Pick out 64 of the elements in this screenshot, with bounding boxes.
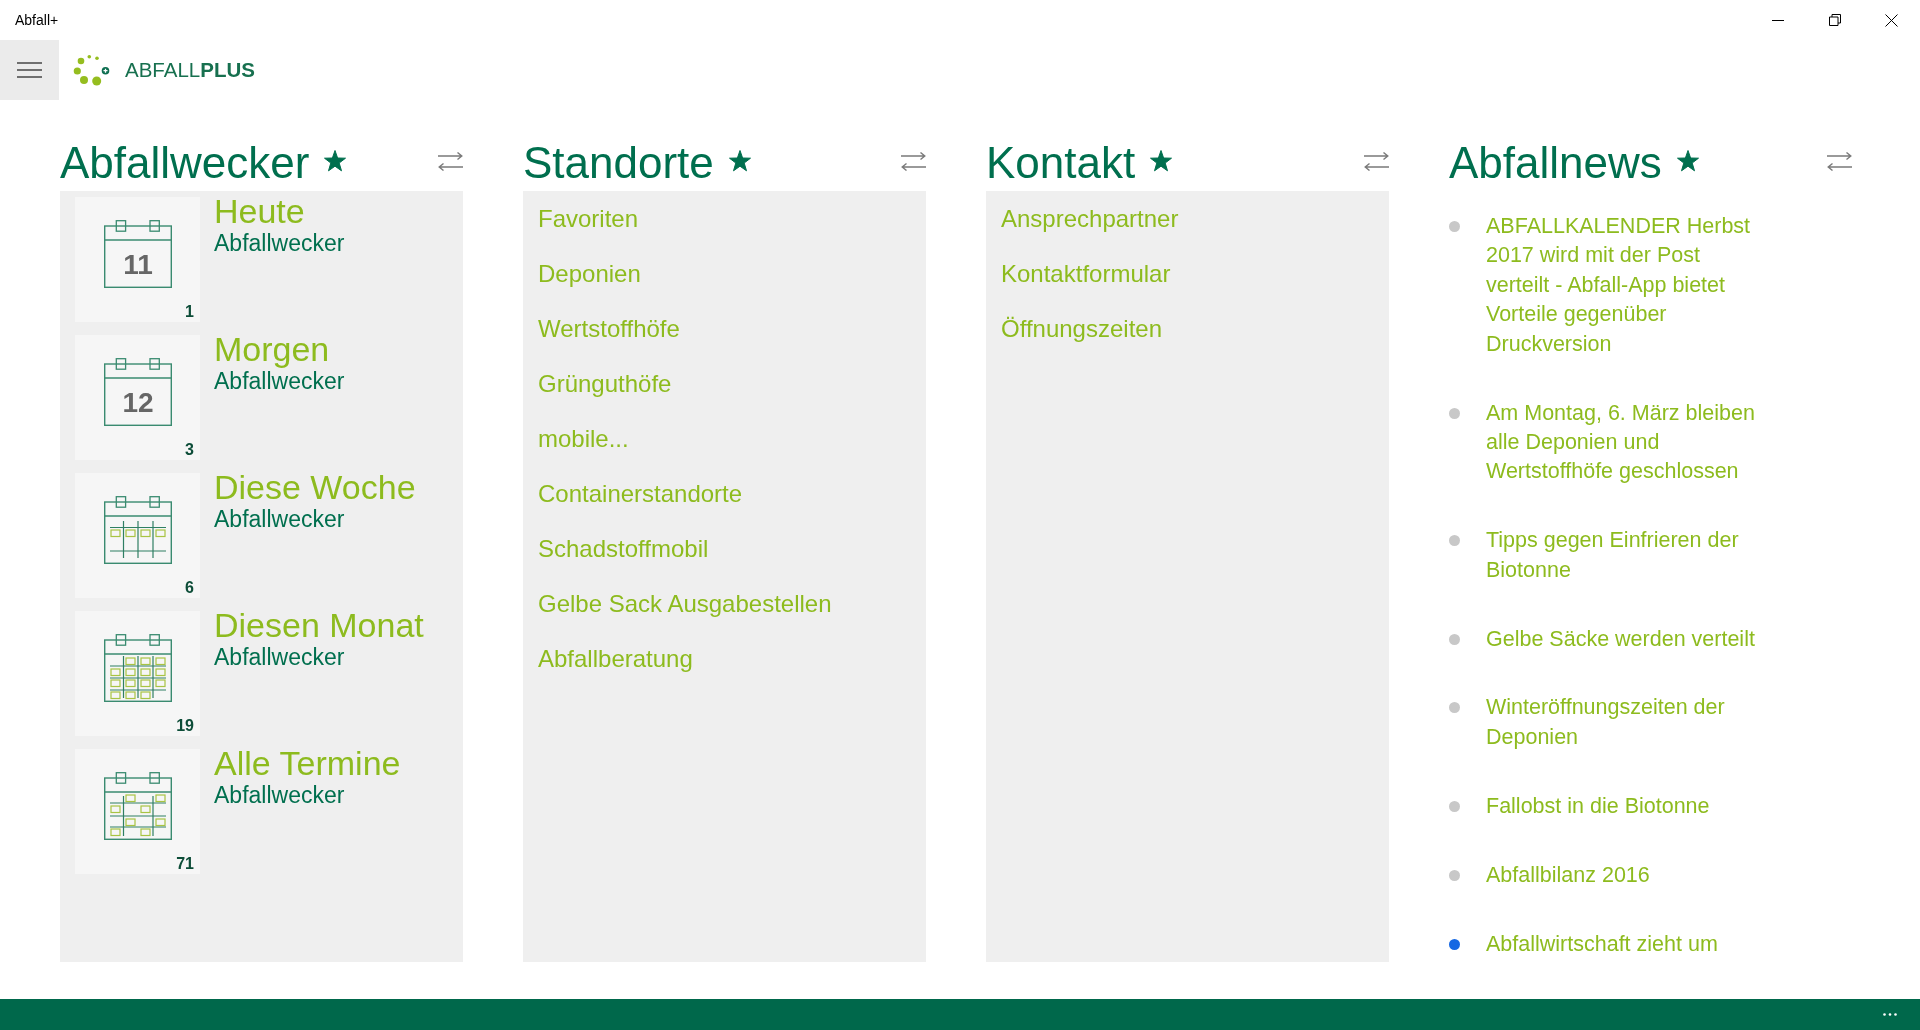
news-link[interactable]: Gelbe Säcke werden verteilt [1486,624,1762,654]
section-heading: Abfallnews [1449,137,1662,189]
list-link[interactable]: Grünguthöfe [538,356,672,411]
calendar-icon [103,496,172,564]
swap-arrows-icon[interactable] [438,151,463,171]
window-title: Abfall+ [15,12,60,28]
alarm-subtitle: Abfallwecker [214,782,345,808]
alarm-subtitle: Abfallwecker [214,644,345,670]
section-heading: Kontakt [986,137,1136,189]
list-link[interactable]: Favoriten [538,191,639,246]
item-count: 1 [185,302,194,322]
calendar-tile[interactable]: 12 3 [75,335,200,460]
calendar-icon [103,772,172,840]
calendar-date: 12 [121,387,154,418]
calendar-icon [103,358,172,426]
item-count: 71 [176,854,194,874]
alarm-title: Morgen [214,330,330,368]
calendar-tile[interactable]: 11 1 [75,197,200,322]
news-link[interactable]: Tipps gegen Einfrieren der Biotonne [1486,526,1762,586]
list-link[interactable]: Abfallberatung [538,631,693,686]
list-link[interactable]: Kontaktformular [1001,246,1171,301]
news-link[interactable]: Abfallbilanz 2016 [1486,860,1762,891]
calendar-icon [103,634,172,702]
swap-arrows-icon[interactable] [1827,151,1852,171]
list-link[interactable]: Schadstoffmobil [538,521,709,576]
close-icon [1885,13,1898,27]
item-count: 19 [176,716,194,736]
list-link[interactable]: Containerstandorte [538,466,743,521]
calendar-icon [103,220,172,288]
list-link[interactable]: Deponien [538,246,641,301]
calendar-tile[interactable]: 6 [75,473,200,598]
section-heading: Abfallwecker [60,137,310,189]
alarm-subtitle: Abfallwecker [214,506,345,532]
menu-icon [17,62,42,78]
news-link[interactable]: Fallobst in die Biotonne [1486,791,1762,822]
minimize-icon [1771,19,1784,21]
dots-logo-icon [73,53,110,87]
alarm-title: Alle Termine [214,744,401,782]
calendar-date: 11 [122,249,153,280]
more-icon [1883,1013,1897,1016]
news-link[interactable]: Am Montag, 6. März bleiben alle Deponien und Wertstoffhöfe geschlossen [1486,398,1762,487]
list-link[interactable]: Wertstoffhöfe [538,301,680,356]
alarm-title: Diese Woche [214,468,416,506]
news-link[interactable]: Abfallwirtschaft zieht um [1486,929,1762,959]
alarm-subtitle: Abfallwecker [214,368,345,394]
swap-arrows-icon[interactable] [1364,151,1389,171]
list-link[interactable]: Öffnungszeiten [1001,301,1162,356]
alarm-subtitle: Abfallwecker [214,230,345,256]
restore-icon [1828,14,1841,26]
swap-arrows-icon[interactable] [901,151,926,171]
item-count: 3 [185,440,194,460]
news-link[interactable]: ABFALLKALENDER Herbst 2017 wird mit der Post verteilt - Abfall-App bietet Vorteile gegenüber Druckversion [1486,212,1762,360]
list-link[interactable]: Ansprechpartner [1001,191,1179,246]
list-link[interactable]: mobile... [538,411,629,466]
alarm-title: Diesen Monat [214,606,424,644]
news-link[interactable]: Winteröffnungszeiten der Deponien [1486,693,1762,753]
section-heading: Standorte [523,137,714,189]
alarm-title: Heute [214,192,305,230]
menu-button[interactable] [0,40,59,100]
list-link[interactable]: Gelbe Sack Ausgabestellen [538,576,832,631]
calendar-tile[interactable]: 71 [75,749,200,874]
logo-wordmark: ABFALLPLUS [125,57,255,83]
calendar-tile[interactable]: 19 [75,611,200,736]
item-count: 6 [185,578,194,598]
